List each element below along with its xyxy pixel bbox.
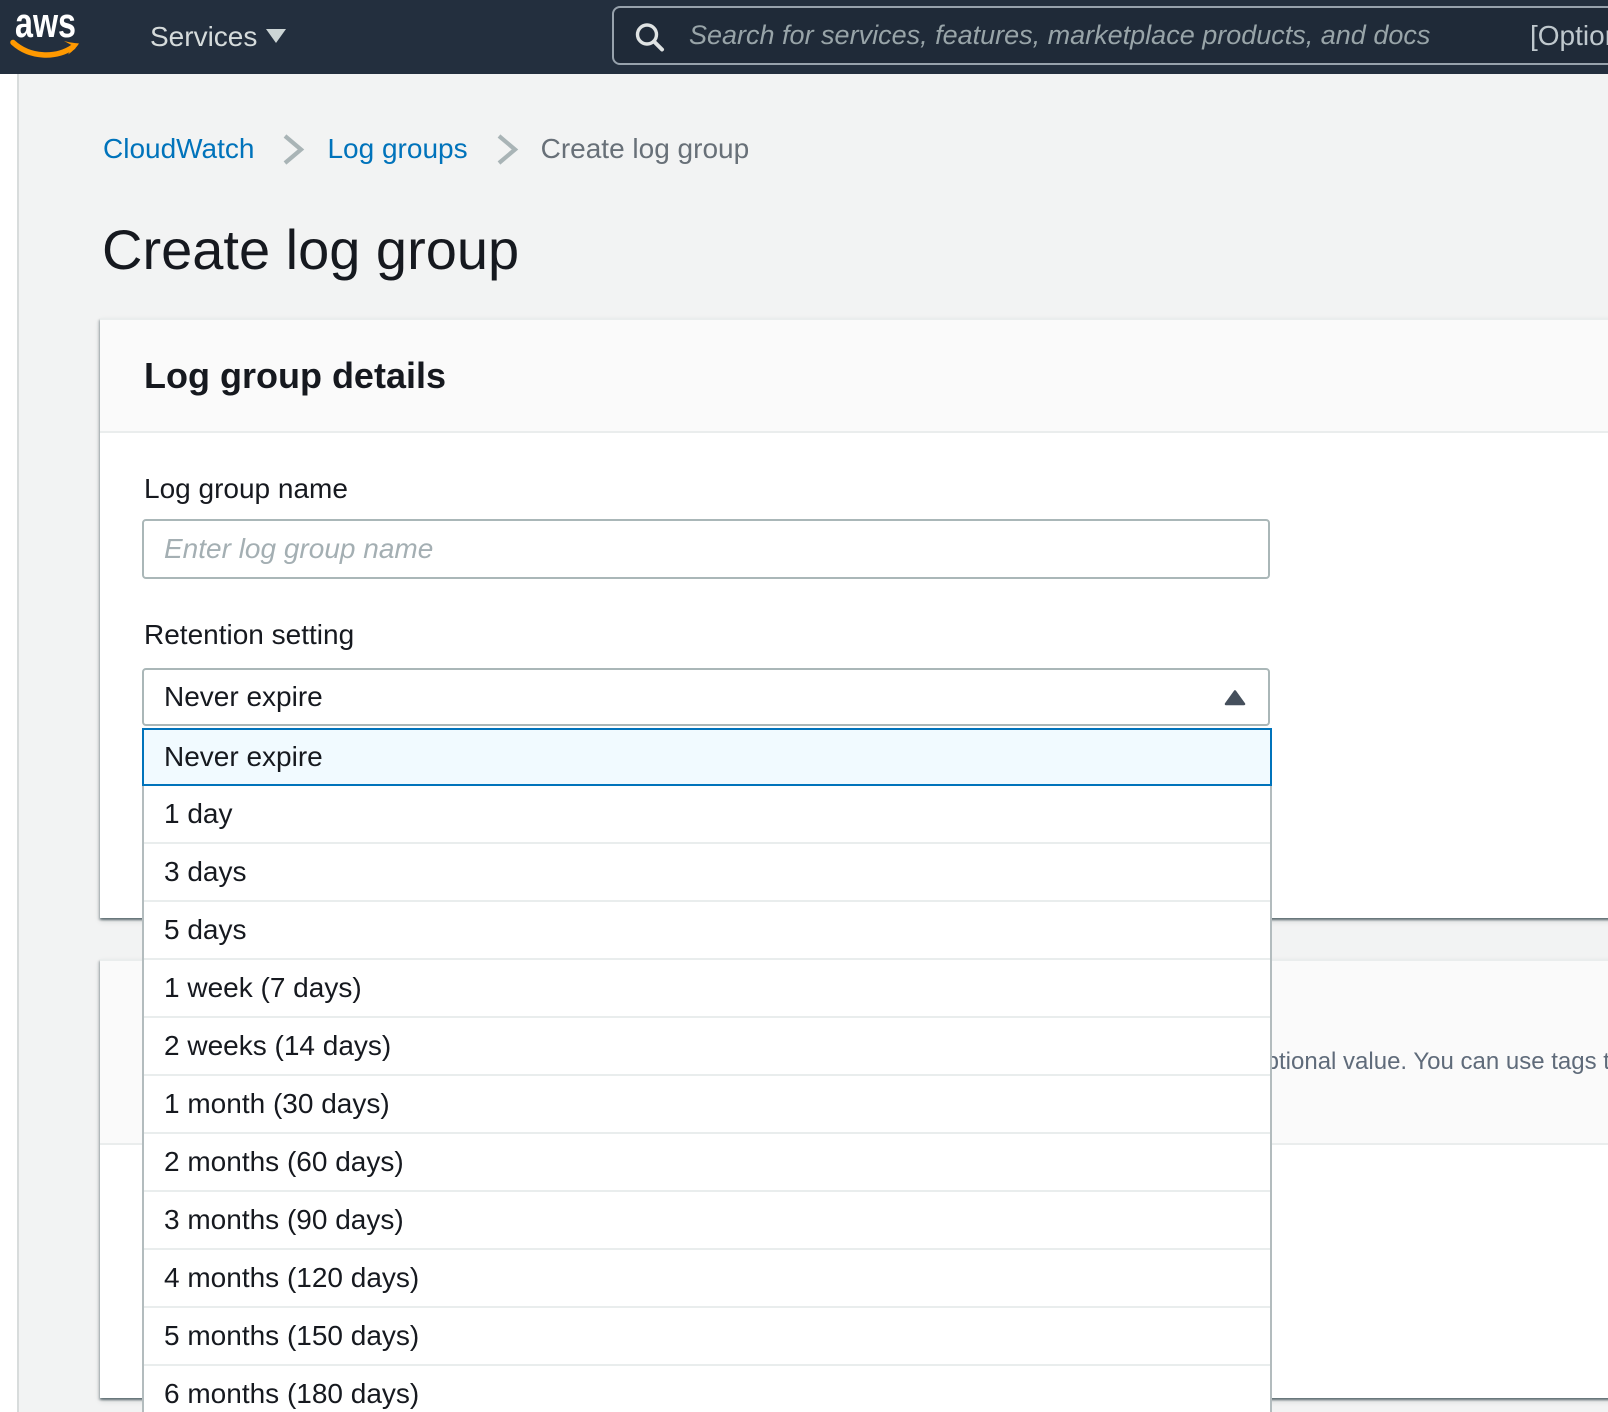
breadcrumb-current: Create log group bbox=[541, 133, 750, 165]
collapsed-side-panel bbox=[0, 74, 19, 1412]
card-heading: Log group details bbox=[144, 355, 446, 397]
dropdown-option[interactable]: 4 months (120 days) bbox=[144, 1250, 1270, 1308]
retention-select-value: Never expire bbox=[164, 681, 323, 713]
breadcrumb-chevron-icon bbox=[495, 131, 519, 167]
page-title: Create log group bbox=[102, 222, 519, 278]
dropdown-option-label: 1 month (30 days) bbox=[164, 1088, 390, 1120]
dropdown-option-label: 5 days bbox=[164, 914, 247, 946]
breadcrumb-log-groups[interactable]: Log groups bbox=[327, 133, 467, 165]
search-box[interactable]: Search for services, features, marketpla… bbox=[612, 6, 1608, 65]
search-icon bbox=[635, 19, 669, 53]
dropdown-option[interactable]: 6 months (180 days) bbox=[144, 1366, 1270, 1412]
breadcrumb-chevron-icon bbox=[281, 131, 305, 167]
aws-console-page: aws Services Search for services, featur… bbox=[0, 0, 1608, 1412]
dropdown-option-label: 6 months (180 days) bbox=[164, 1378, 419, 1410]
dropdown-option-selected[interactable]: Never expire bbox=[142, 728, 1272, 786]
breadcrumb: CloudWatch Log groups Create log group bbox=[103, 131, 749, 167]
aws-logo[interactable]: aws bbox=[0, 0, 96, 70]
select-caret-up-icon bbox=[1224, 689, 1246, 706]
dropdown-option[interactable]: 3 months (90 days) bbox=[144, 1192, 1270, 1250]
dropdown-option-label: 3 months (90 days) bbox=[164, 1204, 404, 1236]
log-group-name-input[interactable] bbox=[142, 519, 1270, 579]
services-menu[interactable]: Services bbox=[150, 0, 257, 74]
breadcrumb-cloudwatch[interactable]: CloudWatch bbox=[103, 133, 254, 165]
dropdown-option-label: 1 day bbox=[164, 798, 233, 830]
dropdown-option[interactable]: 1 day bbox=[144, 786, 1270, 844]
dropdown-option[interactable]: 5 days bbox=[144, 902, 1270, 960]
log-group-name-label: Log group name bbox=[144, 473, 348, 505]
svg-text:aws: aws bbox=[15, 0, 76, 46]
services-label: Services bbox=[150, 21, 257, 53]
dropdown-option[interactable]: 3 days bbox=[144, 844, 1270, 902]
dropdown-option-label: Never expire bbox=[164, 741, 323, 773]
dropdown-option-label: 2 weeks (14 days) bbox=[164, 1030, 391, 1062]
search-placeholder: Search for services, features, marketpla… bbox=[689, 20, 1430, 51]
dropdown-option-label: 2 months (60 days) bbox=[164, 1146, 404, 1178]
dropdown-option-label: 4 months (120 days) bbox=[164, 1262, 419, 1294]
dropdown-option-label: 5 months (150 days) bbox=[164, 1320, 419, 1352]
dropdown-option[interactable]: 2 months (60 days) bbox=[144, 1134, 1270, 1192]
card-header: Log group details bbox=[100, 320, 1608, 433]
search-shortcut-hint: [Option+S] bbox=[1530, 20, 1608, 52]
dropdown-option-label: 1 week (7 days) bbox=[164, 972, 362, 1004]
top-navigation-bar: aws Services Search for services, featur… bbox=[0, 0, 1608, 74]
dropdown-option[interactable]: 2 weeks (14 days) bbox=[144, 1018, 1270, 1076]
retention-dropdown-list: Never expire 1 day 3 days 5 days 1 week … bbox=[142, 728, 1272, 1412]
dropdown-option[interactable]: 5 months (150 days) bbox=[144, 1308, 1270, 1366]
retention-setting-label: Retention setting bbox=[144, 619, 354, 651]
dropdown-option[interactable]: 1 month (30 days) bbox=[144, 1076, 1270, 1134]
services-caret-down-icon bbox=[266, 29, 286, 43]
retention-select[interactable]: Never expire bbox=[142, 668, 1270, 726]
dropdown-option-label: 3 days bbox=[164, 856, 247, 888]
dropdown-option[interactable]: 1 week (7 days) bbox=[144, 960, 1270, 1018]
